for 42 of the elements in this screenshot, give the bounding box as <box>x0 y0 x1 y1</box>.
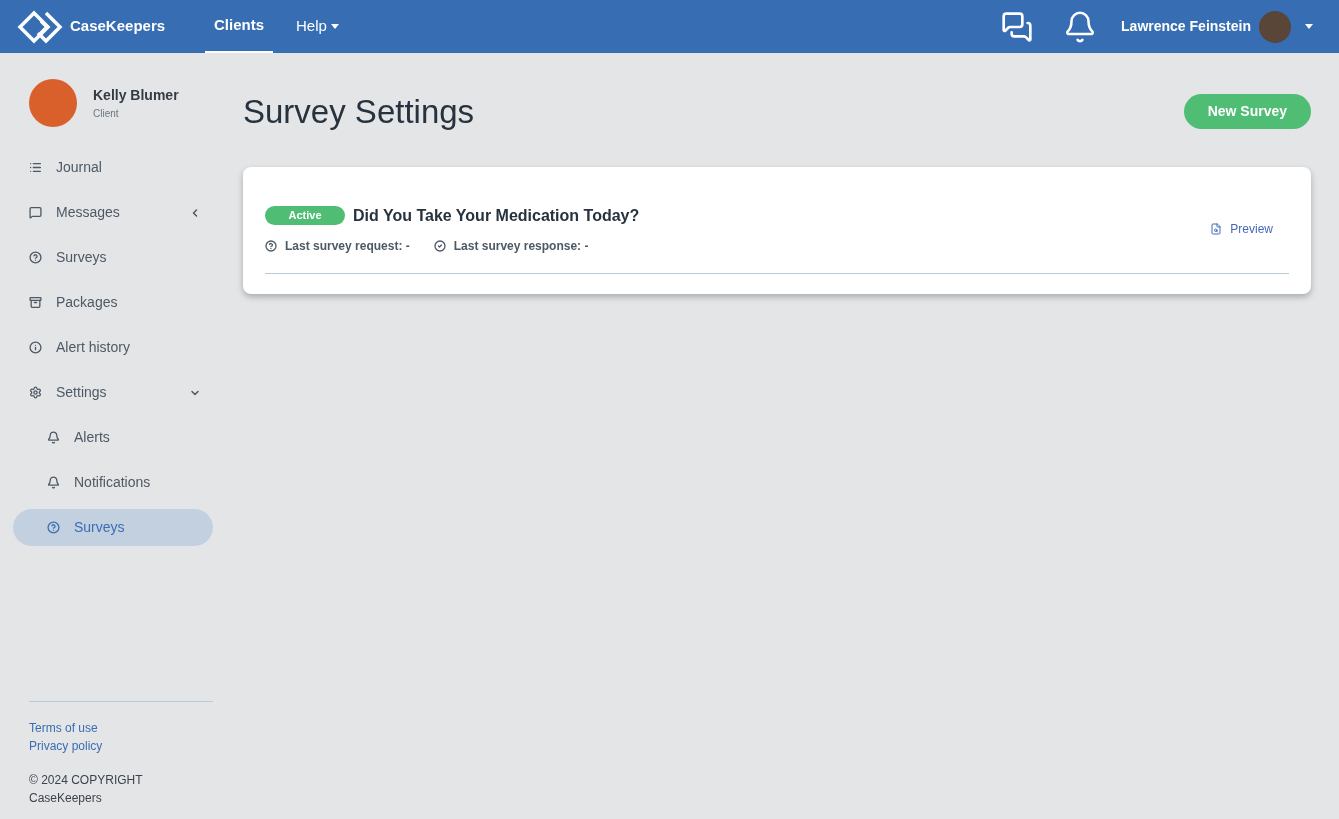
preview-link[interactable]: Preview <box>1210 219 1273 238</box>
page-title: Survey Settings <box>243 92 475 132</box>
chat-icon <box>29 206 42 219</box>
help-icon <box>265 239 277 252</box>
help-icon <box>47 521 60 534</box>
client-role: Client <box>93 107 120 121</box>
nav-tab[interactable]: Help <box>287 0 348 53</box>
preview-icon <box>1210 222 1223 235</box>
survey-title: Did You Take Your Medication Today? <box>353 205 640 226</box>
client-name: Kelly Blumer <box>93 86 179 105</box>
check-circle-icon <box>433 239 446 252</box>
copyright-text: © 2024 COPYRIGHT <box>29 772 144 789</box>
sidebar-item[interactable]: Packages <box>13 284 213 321</box>
status-badge: Active <box>265 206 345 225</box>
bell-icon <box>47 476 60 489</box>
footer-link[interactable]: Terms of use <box>29 719 98 737</box>
logo-icon <box>17 9 63 44</box>
sidebar-item[interactable]: Alert history <box>13 329 213 366</box>
help-icon <box>29 251 42 264</box>
info-icon <box>29 341 42 354</box>
caret-icon[interactable] <box>1305 24 1313 29</box>
settings-icon <box>29 386 42 399</box>
footer-link[interactable]: Privacy policy <box>29 737 103 755</box>
copyright-text: CaseKeepers <box>29 790 103 807</box>
user-name[interactable]: Lawrence Feinstein <box>1121 16 1251 37</box>
list-icon <box>29 161 42 174</box>
sidebar-item[interactable]: Settings <box>13 374 213 411</box>
last-request-text: Last survey request: - <box>285 237 410 255</box>
sidebar-item[interactable]: Alerts <box>13 419 213 456</box>
brand-name: CaseKeepers <box>70 16 166 37</box>
bell-icon <box>47 431 60 444</box>
sidebar-item[interactable]: Messages <box>13 194 213 231</box>
last-response-text: Last survey response: - <box>453 237 589 255</box>
archive-icon <box>29 296 42 309</box>
sidebar-item[interactable]: Notifications <box>13 464 213 501</box>
nav-tab[interactable]: Clients <box>205 0 273 53</box>
avatar <box>29 79 77 127</box>
caret-icon <box>330 24 339 29</box>
sidebar-item[interactable]: Surveys <box>13 509 213 546</box>
sidebar-item[interactable]: Surveys <box>13 239 213 276</box>
chat-icon[interactable] <box>1001 10 1034 43</box>
sidebar-item[interactable]: Journal <box>13 149 213 186</box>
